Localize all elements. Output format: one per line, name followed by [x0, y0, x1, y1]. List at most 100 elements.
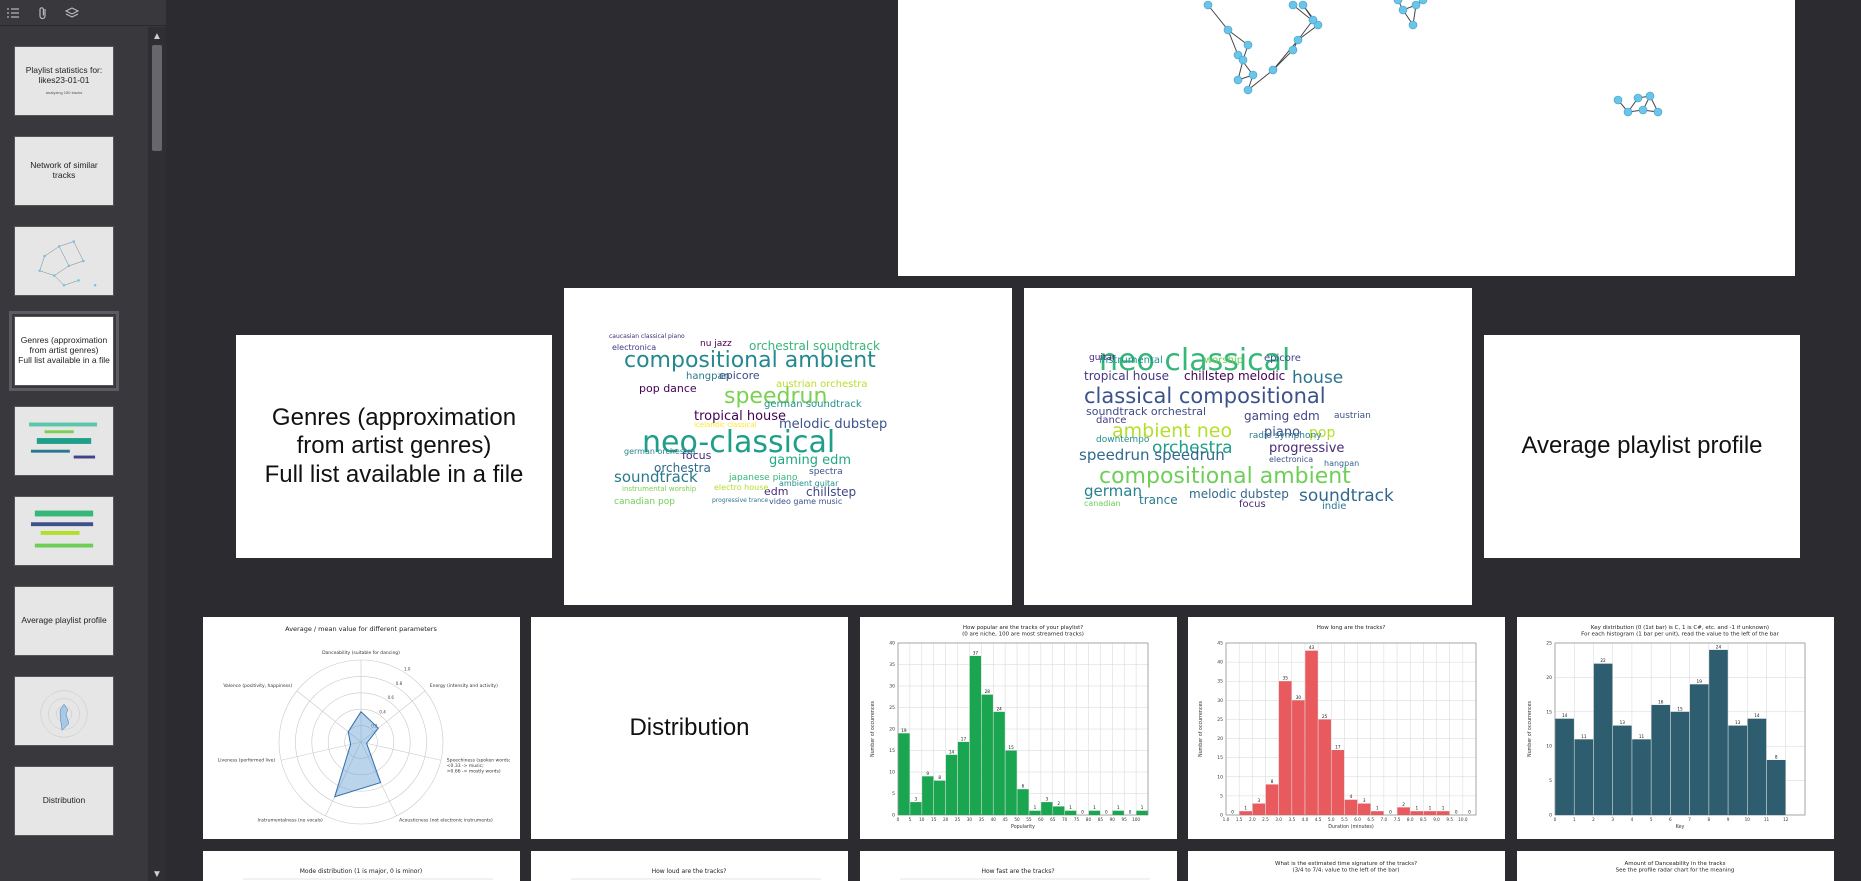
x-tick-label: 9: [1727, 817, 1730, 822]
bar-value-label: 19: [901, 728, 907, 733]
wordcloud-word: progressive trance: [712, 497, 769, 504]
wordcloud-word: guitar: [1089, 353, 1116, 363]
wordcloud-word: speedrun speedrun: [1079, 446, 1225, 464]
wordcloud-word: austrian: [1334, 411, 1371, 421]
x-tick-label: 85: [1098, 817, 1104, 822]
bar-value-label: 1: [1069, 805, 1072, 810]
slide-title: Average playlist profile: [1521, 432, 1763, 460]
histogram-bar: [1136, 810, 1148, 815]
thumbnail-title: Distribution: [42, 795, 86, 806]
y-tick-label: 5: [1220, 793, 1223, 799]
x-tick-label: 6: [1669, 817, 1672, 822]
bar-value-label: 1: [1244, 806, 1247, 811]
histogram-bar: [1555, 718, 1574, 815]
page-mode-chart: Mode distribution (1 is major, 0 is mino…: [203, 851, 520, 881]
bar-value-label: 1: [1141, 805, 1144, 810]
thumbnail-page-6[interactable]: [14, 496, 114, 566]
bar-value-label: 0: [1389, 810, 1392, 815]
x-tick-label: 7.0: [1381, 817, 1388, 822]
histogram-bar: [1292, 700, 1305, 815]
sidebar-scrollbar[interactable]: ▲ ▼: [148, 27, 166, 881]
thumbnail-page-7[interactable]: Average playlist profile: [14, 586, 114, 656]
histogram-bar: [1239, 811, 1253, 815]
sidebar: Playlist statistics for: likes23-01-01 an…: [0, 0, 166, 881]
x-tick-label: 1.0: [1223, 817, 1230, 822]
y-tick-label: 10: [889, 770, 895, 776]
histogram-bar: [1029, 810, 1041, 815]
thumbnail-page-5[interactable]: [14, 406, 114, 476]
wordcloud-word: soundtrack: [1299, 486, 1394, 506]
radar-axis-label: Energy (intensity and activity): [430, 683, 498, 689]
x-tick-label: 0: [897, 817, 900, 822]
histogram-bar: [1670, 711, 1690, 815]
wordcloud-word: austrian orchestra: [776, 379, 868, 390]
y-tick-label: 0: [892, 813, 895, 819]
y-tick-label: 20: [889, 727, 895, 733]
x-tick-label: 9.5: [1446, 817, 1453, 822]
x-tick-label: 3: [1611, 817, 1614, 822]
x-tick-label: 65: [1050, 817, 1056, 822]
wordcloud-word: electronica: [1269, 455, 1314, 464]
wordcloud-word: dance: [1096, 415, 1127, 426]
x-tick-label: 3.0: [1275, 817, 1282, 822]
layers-icon[interactable]: [63, 4, 81, 22]
x-tick-label: 5: [1650, 817, 1653, 822]
thumbnail-page-4[interactable]: Genres (approximation from artist genres…: [9, 311, 119, 391]
x-tick-label: 2.5: [1262, 817, 1269, 822]
page-time-signature-chart: What is the estimated time signature of …: [1188, 851, 1505, 881]
scroll-up-icon[interactable]: ▲: [148, 29, 166, 43]
page-key-chart: Key distribution (0 (1st bar) is C, 1 is…: [1517, 617, 1834, 839]
x-tick-label: 9.0: [1433, 817, 1440, 822]
histogram-bar: [1632, 739, 1651, 815]
bar-value-label: 1: [1429, 806, 1432, 811]
thumbnail-page-8[interactable]: [14, 676, 114, 746]
x-axis-label: Key: [1676, 824, 1685, 830]
thumbnail-page-9[interactable]: Distribution: [14, 766, 114, 836]
bar-value-label: 1: [1093, 805, 1096, 810]
wordcloud-word: canadian: [1084, 499, 1121, 508]
bar-value-label: 43: [1309, 645, 1315, 650]
document-canvas[interactable]: Genres (approximation from artist genres…: [167, 0, 1861, 881]
x-tick-label: 12: [1783, 817, 1789, 822]
bar-value-label: 3: [915, 797, 918, 802]
wordcloud-word: house: [1292, 368, 1344, 388]
x-tick-label: 7.5: [1394, 817, 1401, 822]
loudness-chart-top: How loud are the tracks?: [571, 868, 821, 880]
thumbnail-page-2[interactable]: Network of similar tracks: [14, 136, 114, 206]
x-tick-label: 10: [919, 817, 925, 822]
wordcloud-word: orchestra: [654, 461, 711, 475]
chart-title: (3/4 to 7/4: value to the left of the ba…: [1292, 868, 1399, 874]
wordcloud-word: canadian pop: [614, 497, 675, 507]
histogram-bar: [1574, 739, 1594, 815]
outline-icon[interactable]: [4, 4, 22, 22]
bar-value-label: 3: [1258, 798, 1261, 803]
chart-title: How popular are the tracks of your playl…: [963, 625, 1083, 631]
histogram-bar: [1436, 811, 1450, 815]
x-tick-label: 35: [979, 817, 985, 822]
wordcloud-word: instrumental worship: [622, 485, 697, 493]
radar-axis-label: Speechiness (spoken words; <0.33 -> music…: [447, 758, 511, 775]
x-tick-label: 2: [1592, 817, 1595, 822]
key-histogram: Key distribution (0 (1st bar) is C, 1 is…: [1527, 625, 1806, 830]
x-tick-label: 80: [1086, 817, 1092, 822]
wordcloud-word: worship: [1204, 355, 1244, 366]
histogram-bar: [1005, 750, 1017, 815]
scroll-down-icon[interactable]: ▼: [148, 867, 166, 881]
thumbnail-page-1[interactable]: Playlist statistics for: likes23-01-01 an…: [14, 46, 114, 116]
x-tick-label: 25: [955, 817, 961, 822]
histogram-bar: [1423, 811, 1437, 815]
wordcloud-word: electronica: [612, 343, 657, 352]
histogram-bar: [945, 754, 958, 815]
y-tick-label: 20: [1217, 736, 1223, 742]
x-tick-label: 10: [1745, 817, 1751, 822]
scrollbar-thumb[interactable]: [152, 45, 162, 151]
y-tick-label: 40: [1217, 660, 1223, 666]
thumbnail-page-3[interactable]: [14, 226, 114, 296]
y-tick-label: 10: [1217, 774, 1223, 780]
bar-value-label: 17: [1335, 745, 1341, 750]
sidebar-toolbar: [0, 0, 166, 26]
radar-data-polygon: [333, 710, 382, 798]
bar-value-label: 11: [1639, 734, 1645, 739]
paperclip-icon[interactable]: [34, 4, 52, 22]
bar-value-label: 37: [973, 650, 979, 655]
